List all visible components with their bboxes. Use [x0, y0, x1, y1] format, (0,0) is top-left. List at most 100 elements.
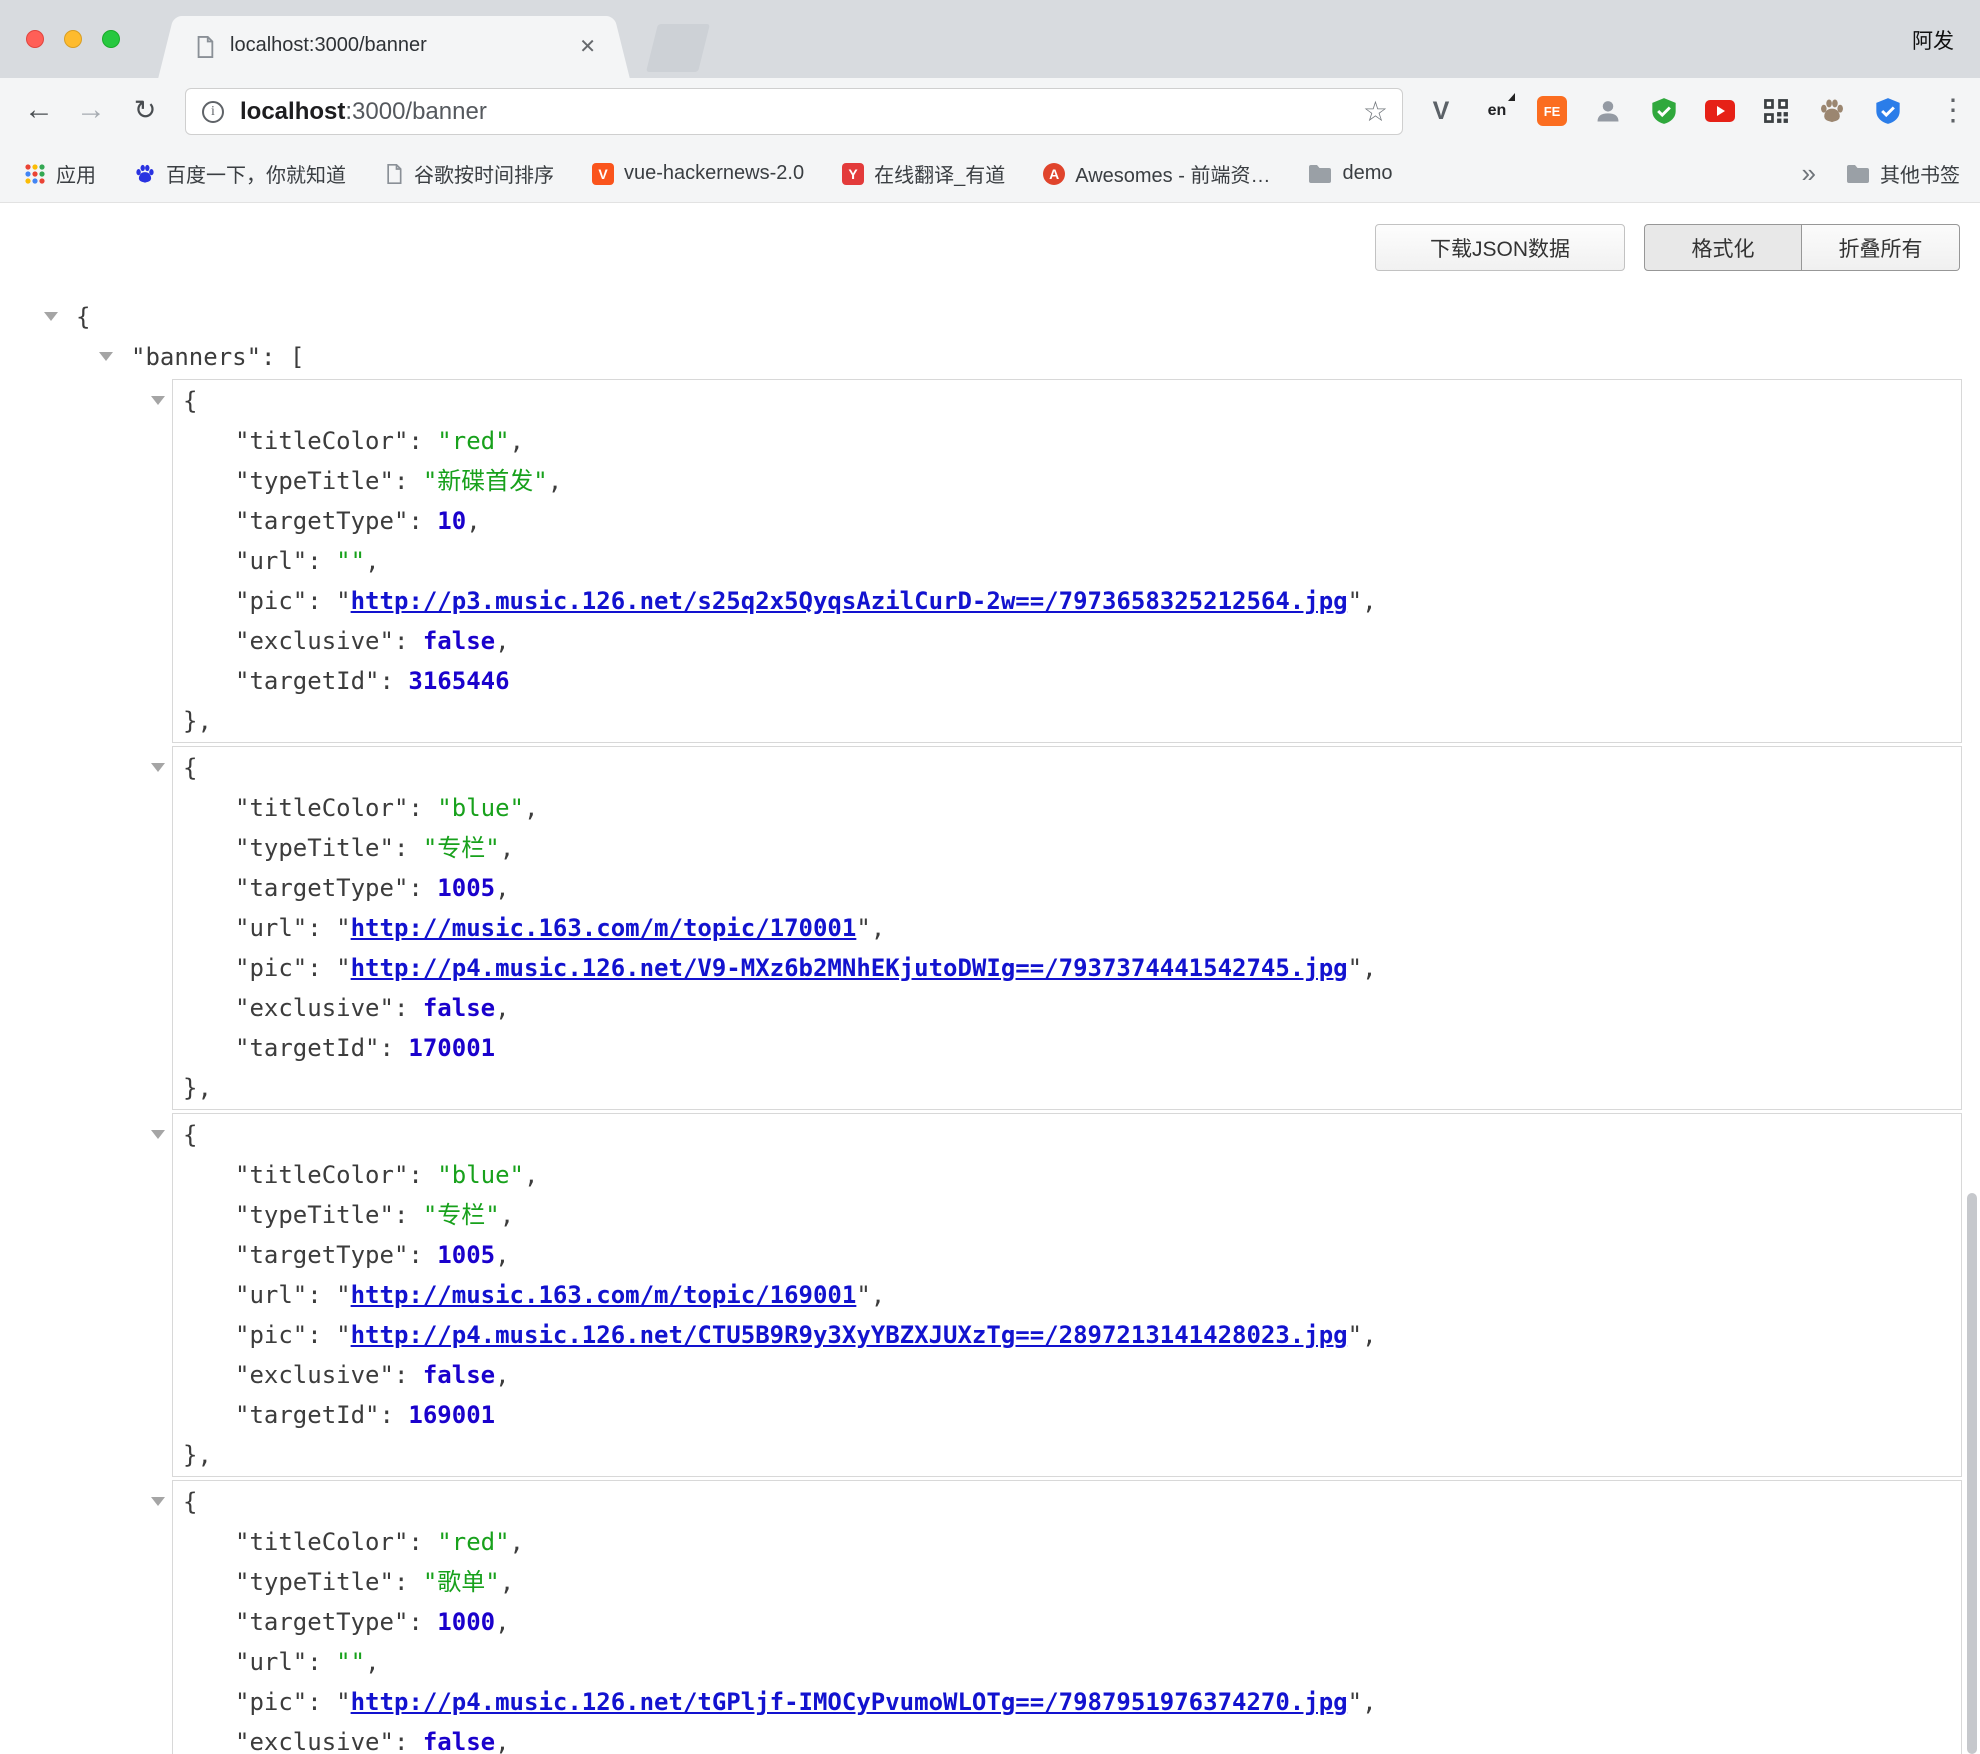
- bookmark-google-sort[interactable]: 谷歌按时间排序: [384, 159, 554, 188]
- json-link[interactable]: http://p4.music.126.net/tGPljf-IMOCyPvum…: [351, 1688, 1348, 1716]
- json-link[interactable]: http://music.163.com/m/topic/169001: [351, 1281, 857, 1309]
- minimize-window-button[interactable]: [64, 30, 82, 48]
- bookmark-vue-hackernews[interactable]: V vue-hackernews-2.0: [592, 162, 804, 185]
- json-line: "typeTitle": "专栏",: [173, 828, 1961, 868]
- page-info-icon[interactable]: [202, 101, 224, 123]
- json-punc: :: [307, 547, 336, 575]
- json-punc: :: [307, 587, 336, 615]
- json-punc: ,: [510, 427, 524, 455]
- collapse-triangle-icon[interactable]: [151, 763, 165, 772]
- bookmarks-overflow-icon[interactable]: »: [1802, 158, 1816, 189]
- other-bookmarks-folder[interactable]: 其他书签: [1846, 159, 1960, 188]
- json-punc: {: [76, 303, 90, 331]
- json-punc: ": [1348, 587, 1362, 615]
- youtube-icon[interactable]: [1704, 95, 1736, 127]
- browser-menu-icon[interactable]: ⋮: [1938, 93, 1968, 128]
- json-punc: ,: [500, 1568, 514, 1596]
- json-key: "exclusive": [235, 627, 394, 655]
- bookmark-label: 应用: [56, 159, 96, 188]
- collapse-triangle-icon[interactable]: [151, 1497, 165, 1506]
- json-punc: ,: [495, 627, 509, 655]
- bookmark-label: Awesomes - 前端资…: [1075, 159, 1270, 188]
- json-punc: {: [183, 1121, 197, 1149]
- json-line: "url": "http://music.163.com/m/topic/170…: [173, 908, 1961, 948]
- json-num: 1005: [437, 1241, 495, 1269]
- collapse-triangle-icon[interactable]: [151, 396, 165, 405]
- paw-icon[interactable]: [1816, 95, 1848, 127]
- tab-close-icon[interactable]: ✕: [579, 34, 596, 59]
- collapse-triangle-icon[interactable]: [151, 1130, 165, 1139]
- json-line: "url": "",: [173, 1642, 1961, 1682]
- json-punc: ": [336, 914, 350, 942]
- json-key: "typeTitle": [235, 467, 394, 495]
- json-num: 10: [437, 507, 466, 535]
- json-key: "url": [235, 1281, 307, 1309]
- bookmarks-bar: 应用 百度一下，你就知道 谷歌按时间排序 V vue-hackernews-2.…: [0, 145, 1980, 203]
- json-punc: : [: [261, 343, 304, 371]
- browser-profile-name[interactable]: 阿发: [1912, 25, 1954, 55]
- bookmark-star-icon[interactable]: ☆: [1363, 95, 1388, 128]
- browser-tab[interactable]: localhost:3000/banner ✕: [182, 16, 606, 78]
- json-line: "url": "http://music.163.com/m/topic/169…: [173, 1275, 1961, 1315]
- json-object-block: {"titleColor": "red","typeTitle": "歌单","…: [172, 1480, 1962, 1754]
- json-punc: {: [183, 387, 197, 415]
- json-link[interactable]: http://p4.music.126.net/CTU5B9R9y3XyYBZX…: [351, 1321, 1348, 1349]
- download-json-button[interactable]: 下载JSON数据: [1375, 224, 1625, 271]
- json-punc: :: [408, 427, 437, 455]
- bookmark-baidu[interactable]: 百度一下，你就知道: [134, 159, 346, 188]
- maximize-window-button[interactable]: [102, 30, 120, 48]
- tab-strip: localhost:3000/banner ✕ 阿发: [0, 0, 1980, 78]
- collapse-triangle-icon[interactable]: [44, 312, 58, 321]
- folder-icon: [1846, 164, 1870, 184]
- fe-helper-icon[interactable]: FE: [1536, 95, 1568, 127]
- youdao-badge-icon: Y: [842, 163, 864, 185]
- json-key: "pic": [235, 587, 307, 615]
- url-text: localhost:3000/banner: [240, 97, 487, 127]
- json-punc: :: [394, 1728, 423, 1754]
- json-punc: ,: [548, 467, 562, 495]
- back-button[interactable]: ←: [16, 78, 62, 145]
- json-key: "titleColor": [235, 427, 408, 455]
- json-key: "targetId": [235, 1401, 380, 1429]
- user-silhouette-icon[interactable]: [1592, 95, 1624, 127]
- json-line: "pic": "http://p4.music.126.net/tGPljf-I…: [173, 1682, 1961, 1722]
- bookmark-awesomes[interactable]: A Awesomes - 前端资…: [1043, 159, 1270, 188]
- json-object-block: {"titleColor": "blue","typeTitle": "专栏",…: [172, 1113, 1962, 1477]
- json-punc: ,: [500, 834, 514, 862]
- forward-button[interactable]: →: [68, 78, 114, 145]
- collapse-triangle-icon[interactable]: [99, 352, 113, 361]
- json-link[interactable]: http://p3.music.126.net/s25q2x5QyqsAzilC…: [351, 587, 1348, 615]
- new-tab-button[interactable]: [646, 24, 710, 72]
- baidu-paw-icon: [134, 163, 156, 185]
- json-punc: ": [1348, 1321, 1362, 1349]
- page-favicon-icon: [194, 35, 216, 64]
- json-punc: ,: [495, 1728, 509, 1754]
- vertical-scrollbar[interactable]: [1967, 1193, 1977, 1754]
- json-key: "url": [235, 547, 307, 575]
- bookmark-folder-demo[interactable]: demo: [1308, 162, 1392, 185]
- close-window-button[interactable]: [26, 30, 44, 48]
- json-num: 3165446: [408, 667, 509, 695]
- collapse-all-button[interactable]: 折叠所有: [1802, 224, 1960, 271]
- json-object-block: {"titleColor": "red","typeTitle": "新碟首发"…: [172, 379, 1962, 743]
- format-button[interactable]: 格式化: [1644, 224, 1802, 271]
- blue-shield-icon[interactable]: [1872, 95, 1904, 127]
- json-key: "typeTitle": [235, 1568, 394, 1596]
- translate-icon[interactable]: en: [1481, 95, 1513, 127]
- json-punc: ,: [365, 547, 379, 575]
- json-str: "": [336, 547, 365, 575]
- json-link[interactable]: http://music.163.com/m/topic/170001: [351, 914, 857, 942]
- json-link[interactable]: http://p4.music.126.net/V9-MXz6b2MNhEKju…: [351, 954, 1348, 982]
- json-punc: ,: [510, 1528, 524, 1556]
- json-punc: :: [394, 1568, 423, 1596]
- tab-title: localhost:3000/banner: [230, 34, 427, 57]
- vimium-icon[interactable]: V: [1425, 95, 1457, 127]
- bookmark-youdao-translate[interactable]: Y 在线翻译_有道: [842, 159, 1005, 188]
- reload-button[interactable]: ↻: [122, 78, 168, 145]
- browser-toolbar: ← → ↻ localhost:3000/banner ☆ V en FE ⋮: [0, 78, 1980, 145]
- green-shield-icon[interactable]: [1648, 95, 1680, 127]
- json-line: "targetType": 1000,: [173, 1602, 1961, 1642]
- qr-code-icon[interactable]: [1760, 95, 1792, 127]
- address-bar[interactable]: localhost:3000/banner ☆: [185, 88, 1403, 135]
- bookmark-apps[interactable]: 应用: [24, 159, 96, 188]
